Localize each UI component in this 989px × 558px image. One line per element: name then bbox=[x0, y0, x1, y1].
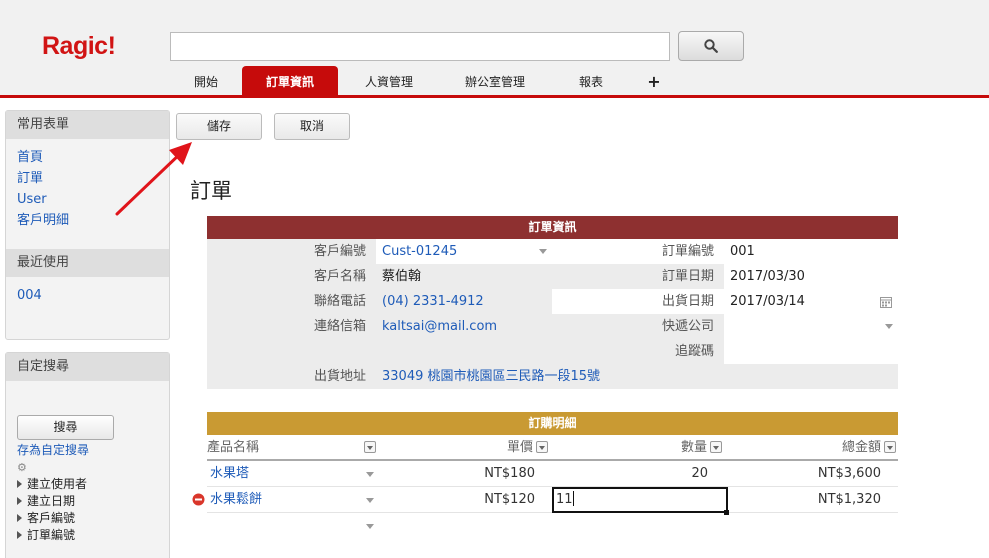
caret-right-icon bbox=[17, 497, 22, 505]
search-icon bbox=[704, 39, 718, 53]
product-cell[interactable]: 水果塔 bbox=[210, 461, 370, 487]
search-input[interactable] bbox=[170, 32, 670, 61]
tab-add[interactable]: + bbox=[632, 66, 676, 96]
column-header-price[interactable]: 單價 bbox=[377, 436, 549, 460]
delete-row-icon[interactable] bbox=[192, 493, 205, 506]
table-row: 水果鬆餅 NT$120 11 NT$1,320 bbox=[192, 487, 898, 515]
calendar-icon[interactable] bbox=[880, 296, 892, 308]
email-field[interactable]: kaltsai@mail.com bbox=[376, 314, 552, 339]
annotation-arrow bbox=[115, 142, 192, 216]
tracking-label: 追蹤碼 bbox=[552, 339, 724, 364]
email-label: 連絡信箱 bbox=[207, 314, 376, 339]
filter-created-date[interactable]: 建立日期 bbox=[6, 493, 169, 510]
form-row: 客戶名稱 蔡伯翰 訂單日期 2017/03/30 bbox=[207, 264, 898, 289]
cancel-button[interactable]: 取消 bbox=[274, 113, 350, 140]
form-row: 聯絡電話 (04) 2331-4912 出貨日期 2017/03/14 bbox=[207, 289, 898, 314]
order-date-label: 訂單日期 bbox=[552, 264, 724, 289]
total-cell: NT$1,320 bbox=[817, 492, 881, 507]
column-menu-icon[interactable] bbox=[710, 441, 722, 453]
app-logo[interactable]: Ragic! bbox=[42, 32, 116, 61]
caret-right-icon bbox=[17, 480, 22, 488]
order-no-label: 訂單編號 bbox=[552, 239, 724, 264]
sidebar-custom-search-panel: 自定搜尋 搜尋 存為自定搜尋 ⚙ 建立使用者 建立日期 客戶編號 訂單編號 bbox=[5, 352, 170, 558]
qty-cell[interactable]: 20 bbox=[552, 461, 708, 487]
form-row: 連絡信箱 kaltsai@mail.com 快遞公司 bbox=[207, 314, 898, 339]
chevron-down-icon[interactable] bbox=[539, 249, 547, 254]
filter-customer-id[interactable]: 客戶編號 bbox=[6, 510, 169, 527]
table-row-empty bbox=[207, 513, 898, 539]
customer-name-field[interactable]: 蔡伯翰 bbox=[376, 264, 552, 289]
filter-order-no[interactable]: 訂單編號 bbox=[6, 527, 169, 544]
tab-reports[interactable]: 報表 bbox=[550, 66, 632, 96]
recent-title: 最近使用 bbox=[6, 249, 169, 277]
table-row: 水果塔 NT$180 20 NT$3,600 bbox=[207, 461, 898, 487]
order-no-field[interactable]: 001 bbox=[724, 239, 898, 264]
column-header-product[interactable]: 產品名稱 bbox=[207, 436, 377, 460]
phone-field[interactable]: (04) 2331-4912 bbox=[376, 289, 552, 314]
ship-date-field[interactable]: 2017/03/14 bbox=[724, 289, 898, 314]
customer-id-field[interactable]: Cust-01245 bbox=[376, 239, 552, 264]
address-label: 出貨地址 bbox=[207, 364, 376, 389]
customer-id-label: 客戶編號 bbox=[207, 239, 376, 264]
column-menu-icon[interactable] bbox=[364, 441, 376, 453]
chevron-down-icon[interactable] bbox=[366, 498, 374, 503]
price-cell[interactable]: NT$120 bbox=[377, 487, 535, 513]
app-header: Ragic! 開始 訂單資訊 人資管理 辦公室管理 報表 + bbox=[0, 0, 989, 98]
save-button[interactable]: 儲存 bbox=[176, 113, 262, 140]
customer-name-label: 客戶名稱 bbox=[207, 264, 376, 289]
address-field[interactable]: 33049 桃園市桃園區三民路一段15號 bbox=[376, 364, 898, 389]
phone-label: 聯絡電話 bbox=[207, 289, 376, 314]
text-cursor bbox=[572, 491, 574, 506]
column-header-total[interactable]: 總金額 bbox=[723, 436, 897, 460]
tab-hr[interactable]: 人資管理 bbox=[338, 66, 440, 96]
favorites-title: 常用表單 bbox=[6, 111, 169, 139]
courier-label: 快遞公司 bbox=[552, 314, 724, 339]
chevron-down-icon[interactable] bbox=[366, 524, 374, 529]
search-button[interactable] bbox=[678, 31, 744, 61]
order-section-header: 訂單資訊 bbox=[207, 216, 898, 239]
order-date-field[interactable]: 2017/03/30 bbox=[724, 264, 898, 289]
total-cell: NT$3,600 bbox=[817, 466, 881, 481]
price-cell[interactable]: NT$180 bbox=[377, 461, 535, 487]
product-cell[interactable]: 水果鬆餅 bbox=[210, 487, 370, 513]
chevron-down-icon[interactable] bbox=[366, 472, 374, 477]
qty-input-active[interactable]: 11 bbox=[552, 487, 728, 513]
column-header-qty[interactable]: 數量 bbox=[549, 436, 723, 460]
column-menu-icon[interactable] bbox=[536, 441, 548, 453]
form-row: 出貨地址 33049 桃園市桃園區三民路一段15號 bbox=[207, 364, 898, 389]
tab-start[interactable]: 開始 bbox=[170, 66, 242, 96]
form-row: 追蹤碼 bbox=[207, 339, 898, 364]
save-search-link[interactable]: 存為自定搜尋 bbox=[6, 440, 169, 460]
courier-field[interactable] bbox=[724, 314, 898, 339]
detail-section-header: 訂購明細 bbox=[207, 412, 898, 435]
custom-search-button[interactable]: 搜尋 bbox=[17, 415, 114, 440]
filter-created-by[interactable]: 建立使用者 bbox=[6, 476, 169, 493]
sidebar-recent-item[interactable]: 004 bbox=[17, 285, 158, 306]
tab-office[interactable]: 辦公室管理 bbox=[440, 66, 550, 96]
page-title: 訂單 bbox=[190, 179, 232, 203]
custom-search-title: 自定搜尋 bbox=[6, 353, 169, 381]
form-row: 客戶編號 Cust-01245 訂單編號 001 bbox=[207, 239, 898, 264]
ship-date-label: 出貨日期 bbox=[552, 289, 724, 314]
main-tabs: 開始 訂單資訊 人資管理 辦公室管理 報表 + bbox=[170, 66, 676, 96]
caret-right-icon bbox=[17, 531, 22, 539]
caret-right-icon bbox=[17, 514, 22, 522]
gear-icon[interactable]: ⚙ bbox=[6, 460, 169, 476]
column-menu-icon[interactable] bbox=[884, 441, 896, 453]
tab-order-info[interactable]: 訂單資訊 bbox=[242, 66, 338, 96]
tracking-field[interactable] bbox=[724, 339, 898, 364]
chevron-down-icon[interactable] bbox=[885, 324, 893, 329]
